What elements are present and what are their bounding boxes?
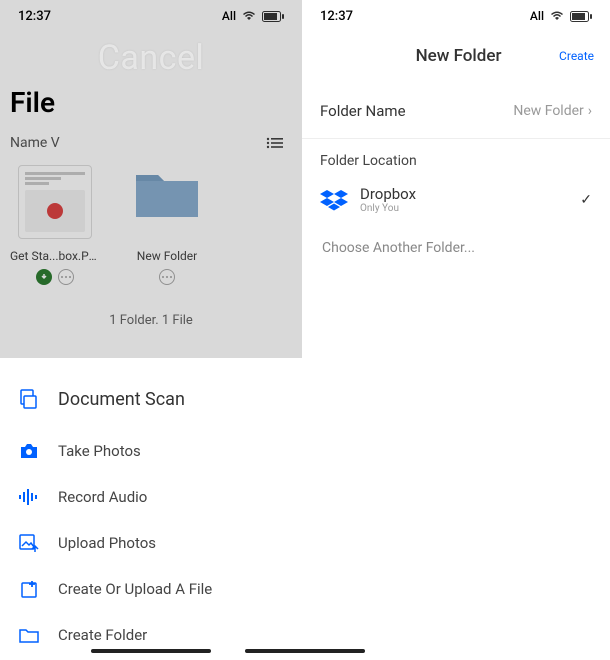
location-sub: Only You bbox=[360, 203, 568, 214]
summary-label: 1 Folder. 1 File bbox=[0, 313, 302, 328]
file-item-pdf[interactable]: Get Sta...box.PDF bbox=[10, 165, 100, 285]
folder-thumbnail bbox=[130, 165, 204, 239]
status-bar: 12:37 All bbox=[0, 0, 302, 32]
network-label: All bbox=[530, 9, 544, 23]
file-name: New Folder bbox=[122, 249, 212, 263]
wifi-icon bbox=[550, 11, 564, 21]
battery-icon bbox=[570, 11, 592, 22]
audio-icon bbox=[18, 486, 40, 508]
upload-photo-icon bbox=[18, 532, 40, 554]
status-bar: 12:37 All bbox=[302, 0, 610, 32]
battery-icon bbox=[262, 11, 284, 22]
location-name: Dropbox bbox=[360, 185, 568, 203]
action-label: Create Or Upload A File bbox=[58, 580, 212, 598]
action-create-upload-file[interactable]: Create Or Upload A File bbox=[0, 566, 302, 612]
modal-title: New Folder bbox=[358, 46, 559, 66]
network-label: All bbox=[222, 9, 236, 23]
location-dropbox[interactable]: Dropbox Only You ✓ bbox=[302, 173, 610, 226]
pdf-thumbnail bbox=[18, 165, 92, 239]
folder-name-value: New Folder bbox=[513, 103, 583, 119]
folder-name-label: Folder Name bbox=[320, 102, 406, 120]
choose-another-folder[interactable]: Choose Another Folder... bbox=[302, 226, 610, 270]
folder-name-row[interactable]: Folder Name New Folder › bbox=[302, 84, 610, 139]
action-document-scan[interactable]: Document Scan bbox=[0, 376, 302, 428]
file-name: Get Sta...box.PDF bbox=[10, 249, 100, 263]
scan-icon bbox=[18, 388, 40, 410]
home-indicator[interactable] bbox=[91, 649, 211, 653]
status-indicators: All bbox=[530, 9, 592, 23]
home-indicator[interactable] bbox=[245, 649, 365, 653]
right-screen: 12:37 All New Folder Create Folder Name … bbox=[302, 0, 610, 660]
dropbox-icon bbox=[320, 188, 348, 212]
action-label: Take Photos bbox=[58, 442, 141, 460]
action-record-audio[interactable]: Record Audio bbox=[0, 474, 302, 520]
create-button[interactable]: Create bbox=[559, 49, 594, 63]
left-screen: 12:37 All Cancel File Name V Get Sta...b… bbox=[0, 0, 302, 660]
chevron-right-icon: › bbox=[588, 103, 592, 119]
cancel-label[interactable]: Cancel bbox=[98, 38, 205, 78]
check-icon: ✓ bbox=[580, 192, 592, 208]
action-label: Document Scan bbox=[58, 389, 185, 410]
folder-icon bbox=[18, 624, 40, 646]
status-indicators: All bbox=[222, 9, 284, 23]
sort-label[interactable]: Name V bbox=[10, 135, 60, 151]
status-time: 12:37 bbox=[18, 9, 51, 24]
create-file-icon bbox=[18, 578, 40, 600]
camera-icon bbox=[18, 440, 40, 462]
action-label: Record Audio bbox=[58, 488, 147, 506]
action-label: Create Folder bbox=[58, 626, 147, 644]
file-item-folder[interactable]: New Folder bbox=[122, 165, 212, 285]
action-label: Upload Photos bbox=[58, 534, 156, 552]
more-icon[interactable] bbox=[159, 269, 175, 285]
location-section-label: Folder Location bbox=[302, 153, 610, 169]
action-upload-photos[interactable]: Upload Photos bbox=[0, 520, 302, 566]
sync-badge-icon bbox=[36, 269, 52, 285]
list-icon bbox=[266, 137, 284, 149]
action-take-photos[interactable]: Take Photos bbox=[0, 428, 302, 474]
list-view-toggle[interactable] bbox=[266, 137, 284, 149]
action-sheet: Document Scan Take Photos Record Audio U… bbox=[0, 358, 302, 660]
status-time: 12:37 bbox=[320, 9, 353, 24]
wifi-icon bbox=[242, 11, 256, 21]
more-icon[interactable] bbox=[58, 269, 74, 285]
